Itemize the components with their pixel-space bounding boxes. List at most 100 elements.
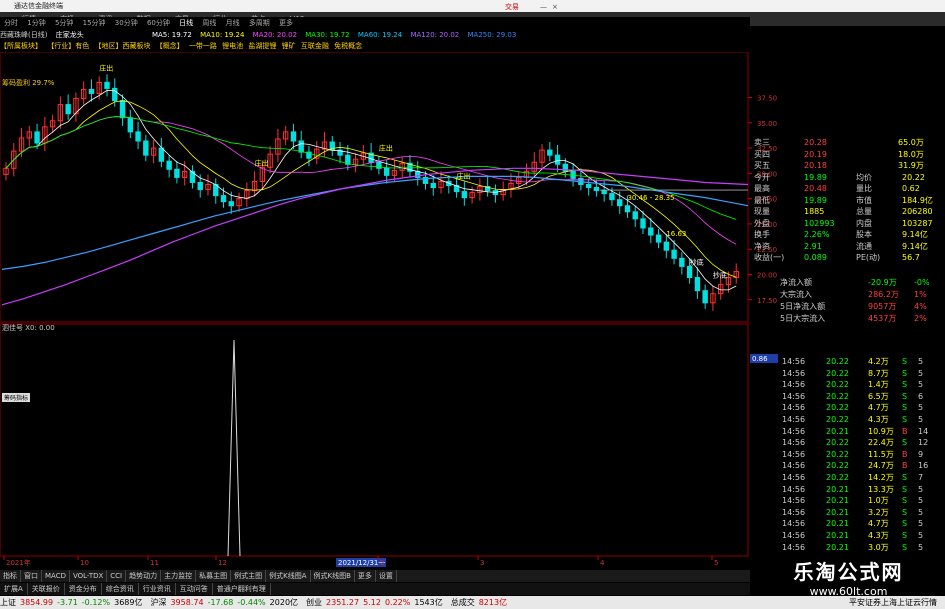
chart-annotation: 庄出 [457,172,471,181]
index-field: 沪深 [150,598,167,607]
indicator-tab[interactable]: 指标 [0,570,21,582]
tag[interactable]: 【行业】有色 [47,42,89,50]
period-tab[interactable]: 月线 [226,19,240,27]
tag[interactable]: 【概念】 [156,42,184,50]
sub-indicator-name[interactable]: 泗佳号 [2,324,23,332]
tag[interactable]: 【地区】西藏板块 [94,42,150,50]
candle-body [632,211,638,220]
period-tab[interactable]: 更多 [279,19,293,27]
indicator-tab[interactable]: 主力监控 [161,570,197,582]
quote-row: 最高 20.48 量比 0.62 [752,184,932,194]
chip-indicator-box[interactable]: 筹码指标 [2,393,31,402]
indicator-tab[interactable]: VOL-TDX [70,570,108,582]
flow-value: 286.2万 [868,290,899,299]
tick-row: 14:56 20.21 10.9万 B 14 [752,426,932,438]
indicator-tab[interactable]: 例式K线图A [266,570,311,582]
index-field: 1543亿 [414,598,443,607]
tag[interactable]: 一带一路 [189,42,217,50]
tick-count: 5 [918,380,924,390]
info-tab[interactable]: 行业资讯 [139,583,176,595]
info-tab[interactable]: 关联报价 [28,583,65,595]
tag[interactable]: 锂电池 [222,42,243,50]
quote-row: 买五 20.18 31.9万 [752,161,932,171]
quote-row: 今开 19.89 均价 20.22 [752,173,932,183]
candle-body [585,183,592,189]
info-tab[interactable]: 普通户翻利有理 [213,583,271,595]
info-tab[interactable]: 资金分布 [65,583,102,595]
x-tick-label: 5 [714,559,718,567]
tag[interactable]: 盐湖提锂 [248,42,276,50]
title-bar: 通达信金融终端 交易 — × [0,0,945,12]
tag[interactable]: 互联金融 [301,42,329,50]
candle-body [694,277,701,292]
indicator-tab[interactable]: 私募主图 [196,570,232,582]
tick-time: 14:56 [782,531,806,540]
watermark: 乐淘公式网 www.60lt.com [752,552,945,598]
tick-count: 9 [918,449,924,459]
indicator-tab[interactable]: 更多 [355,570,376,582]
tick-price: 20.22 [826,380,849,390]
y-tick-label: 35.00 [757,120,777,128]
indicator-tab[interactable]: MACD [42,570,70,582]
quote-volume: 18.0万 [898,149,924,159]
indicator-tab[interactable]: CCI [107,570,127,582]
tick-price: 20.22 [826,449,849,459]
tick-side: S [902,531,908,540]
tag[interactable]: 免税概念 [334,42,362,50]
tick-row: 14:56 20.22 24.7万 B 16 [752,460,932,472]
info-tab[interactable]: 综合资讯 [102,583,139,595]
candle-body [298,140,304,153]
flow-row: 净流入额 -20.9万 -0% [752,278,932,288]
indicator-tab[interactable]: 趋势动力 [126,570,162,582]
quote-value: 1885 [804,207,825,216]
index-quote[interactable]: 总成交 8213亿 [451,598,511,607]
concept-tags: 【所属板块】 【行业】有色 【地区】西藏板块 【概念】 一带一路 锂电池 盐湖提… [0,41,750,51]
info-tabs: 扩展A 关联报价 资金分布 综合资讯 行业资讯 互动问答 普通户翻利有理 [0,583,750,595]
period-tab[interactable]: 15分钟 [83,19,106,27]
period-tab[interactable]: 多周期 [249,19,270,27]
period-tab[interactable]: 30分钟 [115,19,138,27]
index-field: -3.71 [57,598,78,607]
tick-volume: 13.3万 [868,484,894,494]
tick-count: 14 [918,426,929,436]
tick-volume: 10.9万 [868,426,894,436]
tick-row: 14:56 20.21 3.2万 S 5 [752,507,932,519]
period-tab[interactable]: 周线 [202,19,216,27]
indicator-tab[interactable]: 例式主图 [231,570,267,582]
tick-row: 14:56 20.21 1.0万 S 5 [752,495,932,507]
info-tab[interactable]: 扩展A [0,583,28,595]
period-tab[interactable]: 分时 [4,19,18,27]
ma10-value: MA10: 19.24 [200,31,245,39]
tick-price: 20.22 [826,368,849,378]
tick-time: 14:56 [782,368,806,378]
tag[interactable]: 【所属板块】 [0,42,42,50]
index-quote[interactable]: 上证 3854.99 -3.71 -0.12% 3689亿 [0,598,146,607]
index-quote[interactable]: 沪深 3958.74 -17.68 -0.44% 2020亿 [150,598,302,607]
flow-label: 大宗流入 [780,290,812,299]
chart-annotation: 抄底 [690,258,704,267]
tag[interactable]: 锂矿 [282,42,296,50]
indicator-tab[interactable]: 设置 [376,570,397,582]
kline-chart[interactable]: 37.5035.0032.5030.0027.5025.0022.5020.00… [0,52,780,568]
tick-count: 16 [918,461,929,471]
quote-value: 103287 [902,218,933,228]
y-tick-label: 37.50 [757,95,777,103]
indicator-tab[interactable]: 例式K线图B [311,570,355,582]
period-tab[interactable]: 1分钟 [27,19,45,27]
candle-body [624,205,631,213]
period-tab[interactable]: 日线 [179,19,193,27]
quote-label: 现量 [754,207,770,216]
index-field: 3689亿 [114,598,143,607]
tick-time: 14:56 [782,519,806,529]
period-tab[interactable]: 60分钟 [147,19,170,27]
indicator-tab[interactable]: 窗口 [21,570,42,582]
index-quote[interactable]: 创业 2351.27 5.12 0.22% 1543亿 [306,598,447,607]
info-tab[interactable]: 互动问答 [176,583,213,595]
indicator-name[interactable]: 庄家龙头 [56,31,84,39]
flow-panel: 净流入额 -20.9万 -0% 大宗流入 286.2万 1% 5日净流入额 9057万 4% 5日… [752,278,932,328]
tick-side: B [902,461,908,471]
ma120-line [1,167,749,306]
period-tab[interactable]: 5分钟 [55,19,73,27]
tick-row: 14:56 20.22 4.2万 S 5 [752,356,932,368]
flow-value: 4537万 [868,314,897,323]
